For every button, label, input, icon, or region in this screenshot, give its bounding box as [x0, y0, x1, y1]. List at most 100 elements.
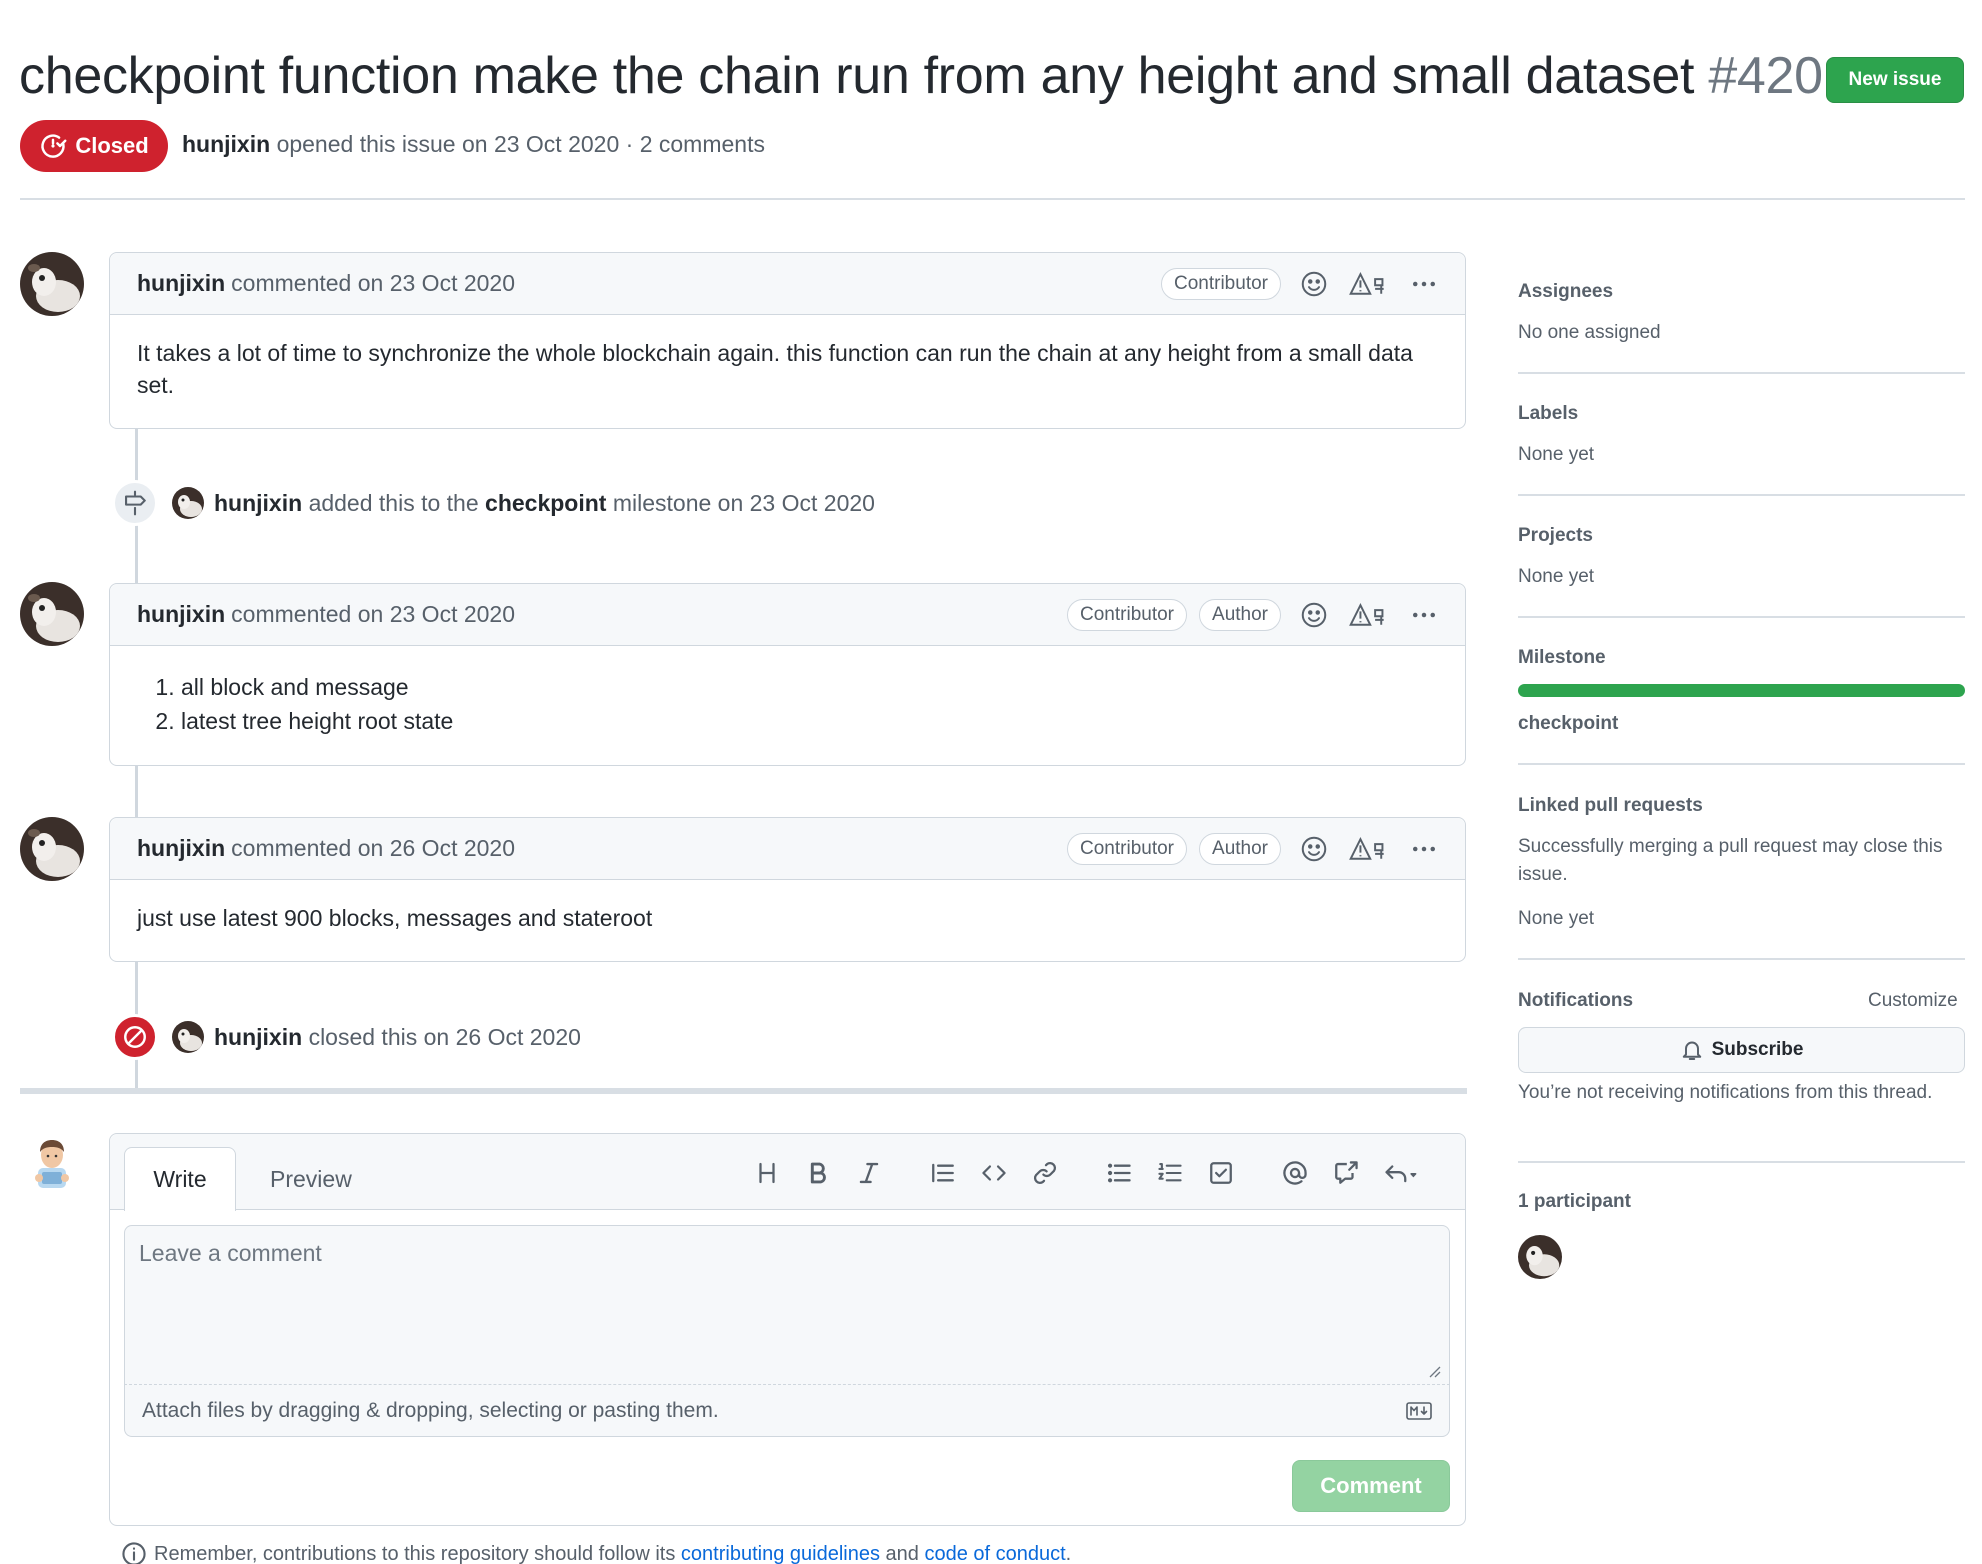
list-item: latest tree height root state	[181, 706, 1438, 736]
sidebar-milestone[interactable]: Milestone	[1518, 647, 1965, 669]
current-user-avatar[interactable]	[28, 1138, 76, 1190]
notice-period: .	[1065, 1542, 1072, 1564]
bulleted-list-icon[interactable]	[1102, 1156, 1136, 1190]
quote-icon[interactable]	[926, 1156, 960, 1190]
memoji-avatar-icon	[35, 1140, 69, 1188]
new-issue-button[interactable]: New issue	[1826, 57, 1964, 103]
avatar[interactable]	[20, 817, 84, 881]
customize-notifications-link[interactable]: Customize	[1868, 990, 1958, 1012]
comment-author[interactable]: hunjixin	[137, 601, 225, 628]
event-text: closed this on 26 Oct 2020	[308, 1023, 581, 1050]
contributor-badge: Contributor	[1067, 598, 1188, 631]
task-list-icon[interactable]	[1204, 1156, 1238, 1190]
add-reaction-icon[interactable]	[1299, 600, 1329, 630]
mention-icon[interactable]	[1278, 1156, 1312, 1190]
sidebar-labels[interactable]: Labels None yet	[1518, 403, 1965, 469]
markdown-toolbar	[750, 1156, 1441, 1190]
comment-body: It takes a lot of time to synchronize th…	[137, 340, 1413, 398]
saved-reply-icon[interactable]	[1380, 1156, 1424, 1190]
italic-icon[interactable]	[852, 1156, 886, 1190]
subscribe-button[interactable]: Subscribe	[1518, 1027, 1965, 1073]
issue-meta-text: opened this issue on 23 Oct 2020 · 2 com…	[276, 131, 765, 157]
participant-avatar[interactable]	[1518, 1235, 1562, 1279]
closed-icon	[112, 1014, 158, 1060]
more-options-icon[interactable]	[1409, 269, 1439, 299]
comment-header: hunjixin commented on 26 Oct 2020 Contri…	[110, 818, 1465, 880]
issue-meta: hunjixin opened this issue on 23 Oct 202…	[182, 131, 765, 158]
add-reaction-icon[interactable]	[1299, 269, 1329, 299]
sidebar-divider	[1518, 1161, 1965, 1163]
comment-header: hunjixin commented on 23 Oct 2020 Contri…	[110, 253, 1465, 315]
bold-icon[interactable]	[801, 1156, 835, 1190]
sidebar-value: None yet	[1518, 566, 1595, 587]
comment-input[interactable]: Leave a comment	[124, 1225, 1450, 1385]
issue-state-badge: Closed	[20, 120, 168, 172]
sidebar-divider	[1518, 494, 1965, 496]
add-reaction-icon[interactable]	[1299, 834, 1329, 864]
issue-title: checkpoint function make the chain run f…	[19, 46, 1852, 106]
issue-title-text: checkpoint function make the chain run f…	[19, 47, 1695, 105]
notice-text: and	[885, 1542, 919, 1564]
contributor-badge: Contributor	[1161, 267, 1281, 300]
sidebar-divider	[1518, 372, 1965, 374]
comment-author[interactable]: hunjixin	[137, 835, 225, 862]
avatar[interactable]	[20, 252, 84, 316]
translate-icon[interactable]	[1347, 600, 1391, 630]
issue-closed-icon	[41, 134, 67, 158]
author-badge: Author	[1199, 832, 1281, 865]
cross-reference-icon[interactable]	[1329, 1156, 1363, 1190]
tab-write[interactable]: Write	[124, 1147, 236, 1211]
code-of-conduct-link[interactable]: code of conduct	[924, 1543, 1065, 1564]
more-options-icon[interactable]	[1409, 600, 1439, 630]
translate-icon[interactable]	[1347, 834, 1391, 864]
composer-header: Write Preview	[110, 1134, 1465, 1211]
event-author[interactable]: hunjixin	[214, 490, 302, 517]
notifications-note: You’re not receiving notifications from …	[1518, 1079, 1965, 1107]
comment-timestamp[interactable]: commented on 26 Oct 2020	[231, 835, 515, 862]
sidebar-participants: 1 participant	[1518, 1191, 1965, 1213]
sidebar-heading: Assignees	[1518, 281, 1614, 302]
sidebar-projects[interactable]: Projects None yet	[1518, 525, 1965, 591]
link-icon[interactable]	[1028, 1156, 1062, 1190]
comment-submit-button[interactable]: Comment	[1292, 1460, 1450, 1512]
avatar[interactable]	[20, 582, 84, 646]
notice-text: Remember, contributions to this reposito…	[154, 1542, 676, 1564]
milestone-event: hunjixin added this to the checkpoint mi…	[112, 480, 875, 526]
issue-author-link[interactable]: hunjixin	[182, 131, 270, 157]
translate-icon[interactable]	[1347, 269, 1391, 299]
heading-icon[interactable]	[750, 1156, 784, 1190]
issue-state-label: Closed	[75, 133, 149, 158]
sidebar-assignees[interactable]: Assignees No one assigned	[1518, 281, 1965, 347]
contributing-guidelines-link[interactable]: contributing guidelines	[681, 1543, 880, 1564]
milestone-progress-bar	[1518, 684, 1965, 697]
contributor-badge: Contributor	[1067, 832, 1188, 865]
author-badge: Author	[1199, 598, 1281, 631]
attach-files-text: Attach files by dragging & dropping, sel…	[142, 1398, 719, 1422]
sidebar-heading: Labels	[1518, 403, 1579, 424]
numbered-list-icon[interactable]	[1153, 1156, 1187, 1190]
sidebar-linked-prs[interactable]: Linked pull requests Successfully mergin…	[1518, 795, 1965, 933]
markdown-icon[interactable]	[1406, 1401, 1432, 1421]
list-item: all block and message	[181, 672, 1438, 702]
comment-timestamp[interactable]: commented on 23 Oct 2020	[231, 601, 515, 628]
sidebar-divider	[1518, 616, 1965, 618]
comment-header: hunjixin commented on 23 Oct 2020 Contri…	[110, 584, 1465, 646]
milestone-link[interactable]: checkpoint	[485, 490, 606, 517]
tab-preview[interactable]: Preview	[270, 1166, 352, 1193]
avatar[interactable]	[172, 1021, 204, 1053]
sidebar-value: None yet	[1518, 444, 1595, 465]
more-options-icon[interactable]	[1409, 834, 1439, 864]
comment-card: hunjixin commented on 23 Oct 2020 Contri…	[109, 583, 1466, 766]
comment-timestamp[interactable]: commented on 23 Oct 2020	[231, 270, 515, 297]
comment-author[interactable]: hunjixin	[137, 270, 225, 297]
avatar[interactable]	[172, 487, 204, 519]
header-divider	[20, 198, 1965, 200]
resize-handle-icon[interactable]	[1427, 1364, 1441, 1378]
milestone-name-link[interactable]: checkpoint	[1518, 713, 1618, 735]
sidebar-note: Successfully merging a pull request may …	[1518, 836, 1943, 885]
event-author[interactable]: hunjixin	[214, 1024, 302, 1051]
sidebar-value: No one assigned	[1518, 322, 1661, 343]
attach-files-bar[interactable]: Attach files by dragging & dropping, sel…	[124, 1385, 1450, 1437]
comment-body: all block and message latest tree height…	[110, 646, 1465, 762]
code-icon[interactable]	[977, 1156, 1011, 1190]
